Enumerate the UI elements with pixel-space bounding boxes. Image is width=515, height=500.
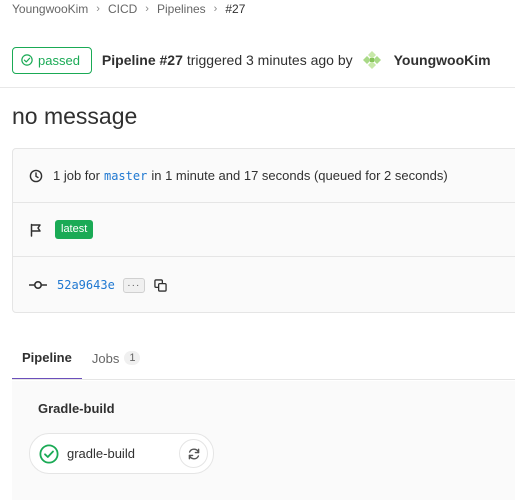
avatar[interactable] (361, 50, 382, 70)
retry-job-button[interactable] (179, 439, 208, 468)
branch-link[interactable]: master (104, 169, 147, 183)
breadcrumb-separator: › (213, 3, 218, 15)
divider (12, 379, 515, 380)
pipeline-page: YoungwooKim › CICD › Pipelines › #27 pas… (0, 0, 515, 500)
copy-icon[interactable] (153, 277, 169, 293)
pipeline-graph: Gradle-build gradle-build (12, 381, 515, 500)
pipeline-info-box: 1 job for master in 1 minute and 17 seco… (12, 148, 515, 313)
jobs-count-text: 1 job for (53, 168, 100, 183)
job-name: gradle-build (67, 446, 135, 461)
commit-message-toggle-button[interactable]: ··· (122, 277, 145, 293)
triggered-text: triggered 3 minutes ago by (186, 52, 353, 68)
breadcrumb-separator: › (96, 3, 100, 15)
status-badge-label: passed (38, 52, 80, 68)
tab-jobs-label: Jobs (91, 350, 120, 366)
breadcrumb-item-current[interactable]: #27 (225, 2, 245, 16)
commit-icon (29, 278, 47, 292)
clock-icon (29, 169, 43, 183)
tab-pipeline[interactable]: Pipeline (12, 336, 82, 380)
breadcrumb-separator: › (145, 3, 149, 15)
breadcrumb-item-pipelines[interactable]: Pipelines (157, 2, 206, 16)
breadcrumb-item-project[interactable]: CICD (108, 2, 137, 16)
jobs-count-badge: 1 (124, 351, 141, 365)
check-circle-icon (39, 443, 59, 464)
retry-icon (187, 447, 201, 461)
duration-text: in 1 minute and 17 seconds (queued for 2… (151, 168, 448, 183)
latest-badge: latest (55, 220, 94, 239)
commit-sha-link[interactable]: 52a9643e (57, 278, 115, 292)
tab-jobs[interactable]: Jobs 1 (82, 336, 151, 380)
pipeline-header: passed Pipeline #27 triggered 3 minutes … (12, 45, 515, 75)
status-badge[interactable]: passed (12, 46, 92, 74)
jobs-summary-row: 1 job for master in 1 minute and 17 seco… (13, 149, 515, 203)
stage-name: Gradle-build (38, 401, 115, 416)
pipeline-tabs: Pipeline Jobs 1 (12, 336, 515, 380)
commit-row: 52a9643e ··· (13, 257, 515, 313)
pipeline-id: Pipeline #27 (101, 52, 183, 68)
tab-pipeline-label: Pipeline (22, 349, 72, 365)
check-circle-icon (21, 54, 33, 66)
trigger-user-link[interactable]: YoungwooKim (394, 52, 491, 68)
job-item[interactable]: gradle-build (29, 433, 214, 474)
flag-icon (29, 223, 43, 237)
breadcrumb: YoungwooKim › CICD › Pipelines › #27 (12, 1, 245, 17)
tags-row: latest (13, 203, 515, 257)
breadcrumb-item-user[interactable]: YoungwooKim (12, 2, 88, 16)
page-title: no message (12, 103, 138, 129)
divider (0, 87, 515, 88)
